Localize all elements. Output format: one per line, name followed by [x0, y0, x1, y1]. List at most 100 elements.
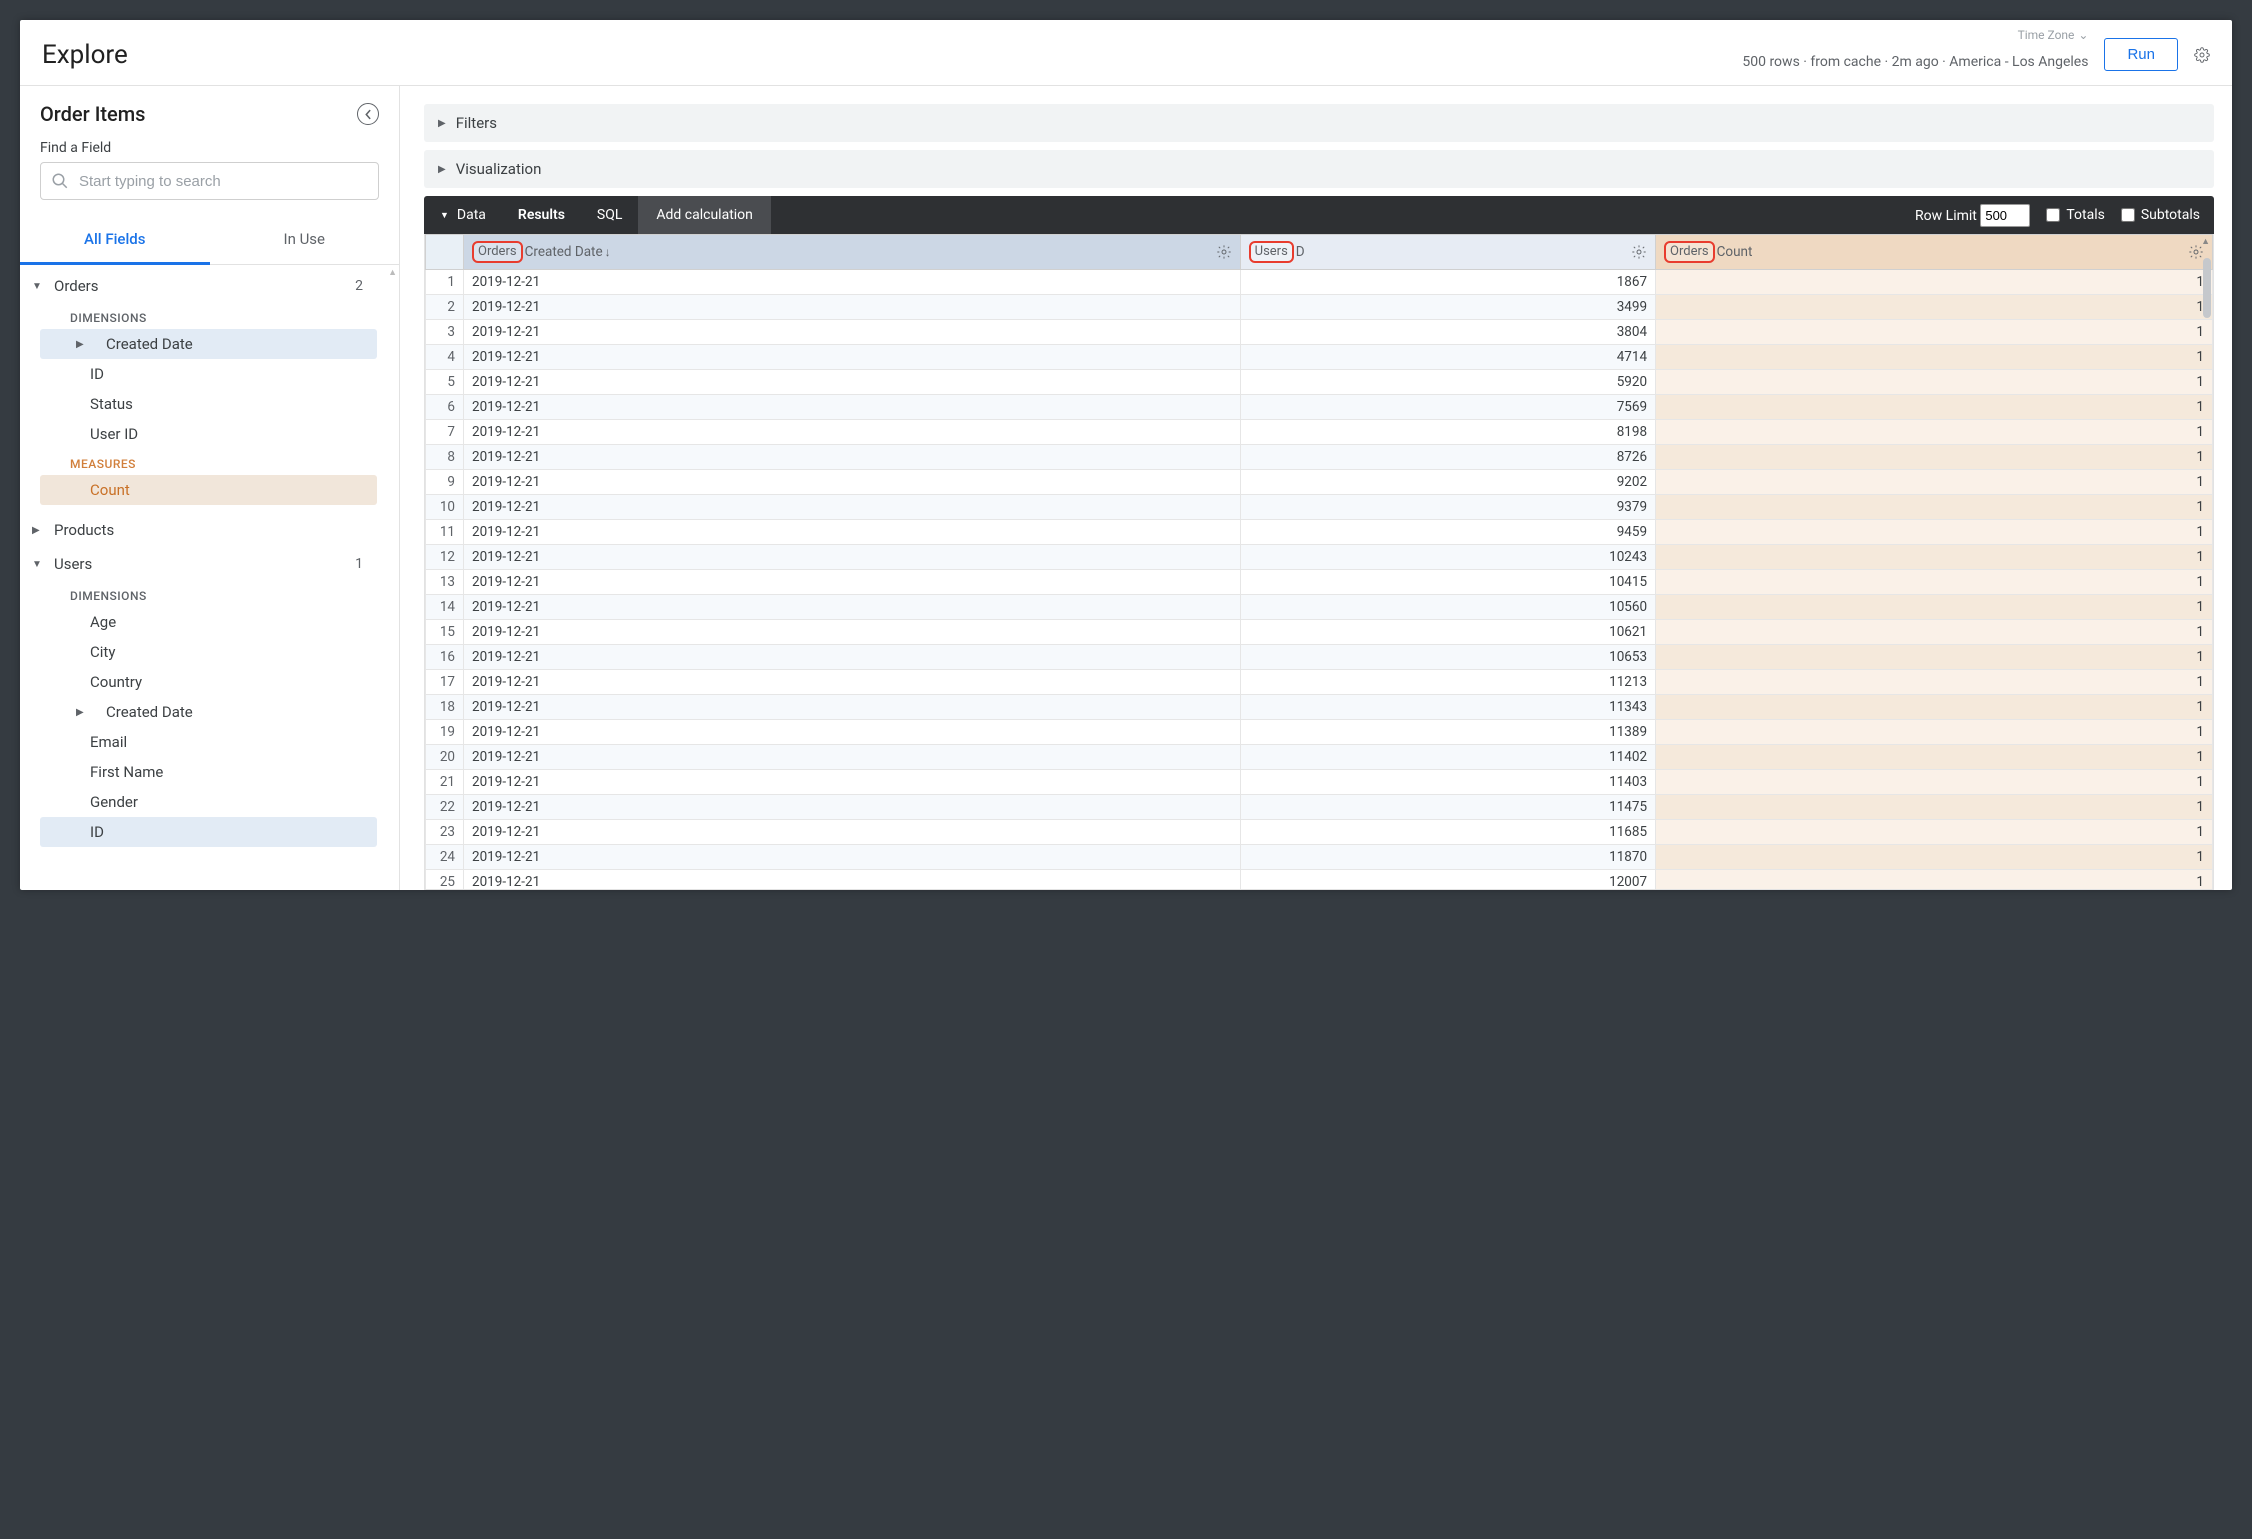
cell-orders-count[interactable]: 1 [1656, 520, 2213, 545]
cell-orders-count[interactable]: 1 [1656, 645, 2213, 670]
table-row[interactable]: 82019-12-2187261 [426, 445, 2213, 470]
cell-users-id[interactable]: 11213 [1240, 670, 1655, 695]
run-button[interactable]: Run [2104, 38, 2178, 71]
results-tab[interactable]: Results [502, 196, 581, 234]
sql-tab[interactable]: SQL [581, 196, 638, 234]
cell-users-id[interactable]: 10560 [1240, 595, 1655, 620]
field-orders-count[interactable]: Count [40, 475, 377, 505]
cell-created-date[interactable]: 2019-12-21 [464, 320, 1241, 345]
cell-created-date[interactable]: 2019-12-21 [464, 620, 1241, 645]
cell-orders-count[interactable]: 1 [1656, 745, 2213, 770]
cell-users-id[interactable]: 11402 [1240, 745, 1655, 770]
table-row[interactable]: 252019-12-21120071 [426, 870, 2213, 891]
field-orders-user-id[interactable]: User ID [40, 419, 377, 449]
vertical-scrollbar-thumb[interactable] [2203, 258, 2211, 318]
subtotals-checkbox[interactable]: Subtotals [2121, 207, 2200, 223]
field-users-city[interactable]: City [40, 637, 377, 667]
cell-orders-count[interactable]: 1 [1656, 345, 2213, 370]
cell-users-id[interactable]: 11685 [1240, 820, 1655, 845]
cell-users-id[interactable]: 7569 [1240, 395, 1655, 420]
column-header-orders-count[interactable]: Orders Count [1656, 235, 2213, 270]
table-row[interactable]: 32019-12-2138041 [426, 320, 2213, 345]
cell-created-date[interactable]: 2019-12-21 [464, 645, 1241, 670]
cell-created-date[interactable]: 2019-12-21 [464, 270, 1241, 295]
table-row[interactable]: 42019-12-2147141 [426, 345, 2213, 370]
cell-created-date[interactable]: 2019-12-21 [464, 470, 1241, 495]
tab-all-fields[interactable]: All Fields [20, 214, 210, 264]
gear-icon[interactable] [1216, 244, 1232, 260]
cell-users-id[interactable]: 9379 [1240, 495, 1655, 520]
view-products[interactable]: ▶ Products [20, 513, 387, 547]
cell-orders-count[interactable]: 1 [1656, 695, 2213, 720]
cell-orders-count[interactable]: 1 [1656, 720, 2213, 745]
cell-orders-count[interactable]: 1 [1656, 395, 2213, 420]
view-users[interactable]: ▼ Users 1 [20, 547, 387, 581]
cell-orders-count[interactable]: 1 [1656, 845, 2213, 870]
timezone-picker[interactable]: Time Zone ⌄ [2018, 28, 2089, 42]
view-orders[interactable]: ▼ Orders 2 [20, 269, 387, 303]
field-list[interactable]: ▲ ▼ Orders 2 DIMENSIONS ▶ Created Date I… [20, 265, 399, 890]
settings-button[interactable] [2194, 47, 2210, 63]
cell-users-id[interactable]: 11870 [1240, 845, 1655, 870]
table-row[interactable]: 202019-12-21114021 [426, 745, 2213, 770]
table-row[interactable]: 22019-12-2134991 [426, 295, 2213, 320]
cell-users-id[interactable]: 5920 [1240, 370, 1655, 395]
cell-created-date[interactable]: 2019-12-21 [464, 495, 1241, 520]
cell-users-id[interactable]: 1867 [1240, 270, 1655, 295]
cell-created-date[interactable]: 2019-12-21 [464, 595, 1241, 620]
cell-users-id[interactable]: 11389 [1240, 720, 1655, 745]
cell-orders-count[interactable]: 1 [1656, 820, 2213, 845]
field-orders-created-date[interactable]: ▶ Created Date [40, 329, 377, 359]
cell-users-id[interactable]: 12007 [1240, 870, 1655, 891]
field-orders-id[interactable]: ID [40, 359, 377, 389]
visualization-section[interactable]: ▶ Visualization [424, 150, 2214, 188]
field-users-id[interactable]: ID [40, 817, 377, 847]
cell-orders-count[interactable]: 1 [1656, 770, 2213, 795]
cell-users-id[interactable]: 10243 [1240, 545, 1655, 570]
totals-checkbox[interactable]: Totals [2046, 207, 2105, 223]
cell-created-date[interactable]: 2019-12-21 [464, 720, 1241, 745]
cell-created-date[interactable]: 2019-12-21 [464, 370, 1241, 395]
cell-orders-count[interactable]: 1 [1656, 495, 2213, 520]
cell-created-date[interactable]: 2019-12-21 [464, 420, 1241, 445]
cell-users-id[interactable]: 8726 [1240, 445, 1655, 470]
cell-users-id[interactable]: 11403 [1240, 770, 1655, 795]
totals-input[interactable] [2046, 208, 2060, 222]
cell-orders-count[interactable]: 1 [1656, 470, 2213, 495]
table-row[interactable]: 172019-12-21112131 [426, 670, 2213, 695]
cell-created-date[interactable]: 2019-12-21 [464, 795, 1241, 820]
cell-users-id[interactable]: 4714 [1240, 345, 1655, 370]
cell-created-date[interactable]: 2019-12-21 [464, 345, 1241, 370]
cell-created-date[interactable]: 2019-12-21 [464, 670, 1241, 695]
cell-orders-count[interactable]: 1 [1656, 870, 2213, 891]
cell-created-date[interactable]: 2019-12-21 [464, 820, 1241, 845]
cell-created-date[interactable]: 2019-12-21 [464, 695, 1241, 720]
collapse-panel-button[interactable] [357, 103, 379, 125]
table-row[interactable]: 122019-12-21102431 [426, 545, 2213, 570]
data-section-toggle[interactable]: ▼ Data [424, 196, 502, 234]
cell-created-date[interactable]: 2019-12-21 [464, 845, 1241, 870]
table-row[interactable]: 72019-12-2181981 [426, 420, 2213, 445]
cell-users-id[interactable]: 9202 [1240, 470, 1655, 495]
subtotals-input[interactable] [2121, 208, 2135, 222]
field-users-first-name[interactable]: First Name [40, 757, 377, 787]
cell-created-date[interactable]: 2019-12-21 [464, 870, 1241, 891]
cell-orders-count[interactable]: 1 [1656, 545, 2213, 570]
table-row[interactable]: 112019-12-2194591 [426, 520, 2213, 545]
table-row[interactable]: 132019-12-21104151 [426, 570, 2213, 595]
field-users-age[interactable]: Age [40, 607, 377, 637]
cell-orders-count[interactable]: 1 [1656, 420, 2213, 445]
cell-orders-count[interactable]: 1 [1656, 795, 2213, 820]
field-users-gender[interactable]: Gender [40, 787, 377, 817]
results-table-wrap[interactable]: ▲ Orders Created Date ↓ [424, 234, 2214, 890]
table-row[interactable]: 192019-12-21113891 [426, 720, 2213, 745]
cell-created-date[interactable]: 2019-12-21 [464, 570, 1241, 595]
gear-icon[interactable] [1631, 244, 1647, 260]
cell-orders-count[interactable]: 1 [1656, 270, 2213, 295]
cell-users-id[interactable]: 10621 [1240, 620, 1655, 645]
search-input-wrap[interactable] [40, 162, 379, 200]
column-header-orders-created-date[interactable]: Orders Created Date ↓ [464, 235, 1241, 270]
field-orders-status[interactable]: Status [40, 389, 377, 419]
table-row[interactable]: 232019-12-21116851 [426, 820, 2213, 845]
table-row[interactable]: 242019-12-21118701 [426, 845, 2213, 870]
